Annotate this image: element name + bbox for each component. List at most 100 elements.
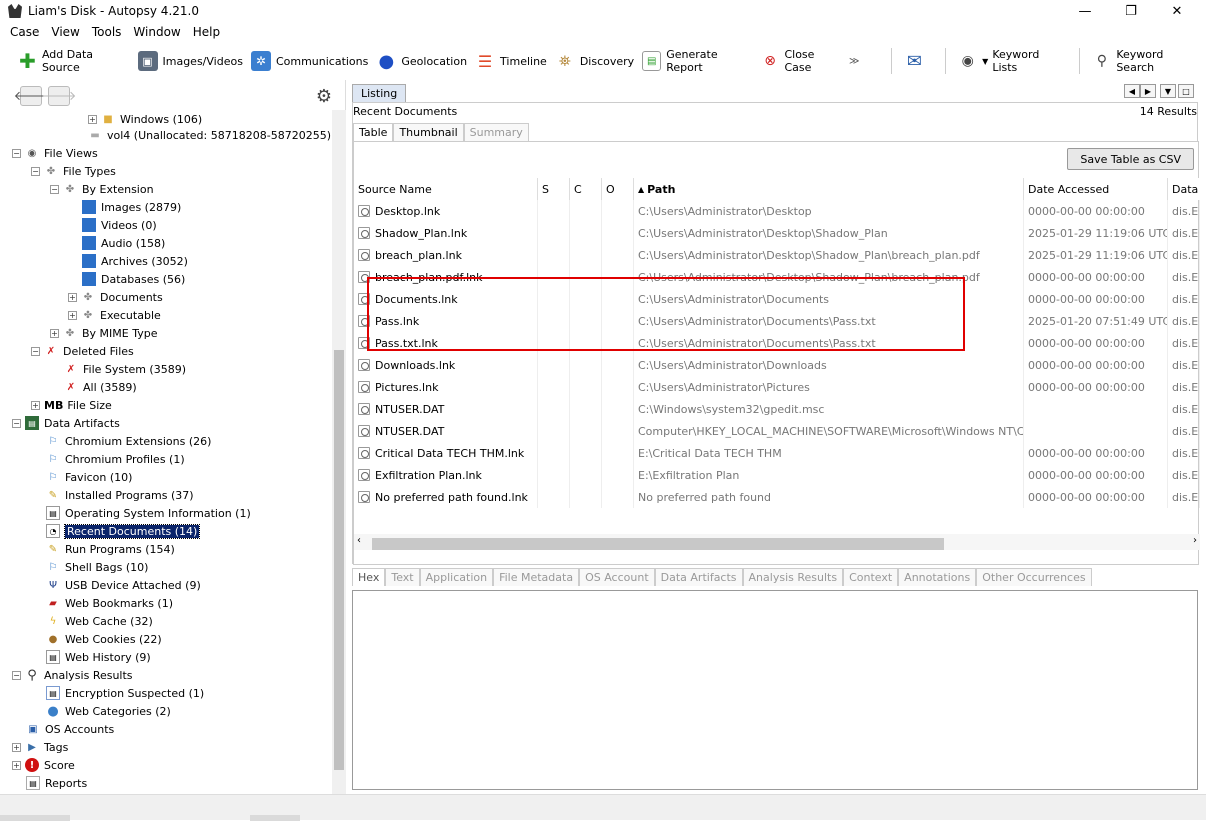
column-c[interactable]: C: [570, 178, 602, 200]
scroll-right-icon[interactable]: ›: [1193, 535, 1197, 546]
column-source-name[interactable]: Source Name: [354, 178, 538, 200]
tree-node-databases[interactable]: Databases (56): [82, 270, 185, 288]
collapse-icon[interactable]: −: [12, 670, 21, 680]
table-row[interactable]: Pass.lnk C:\Users\Administrator\Documents…: [354, 310, 1200, 332]
tree-node-run-programs[interactable]: ✎ Run Programs (154): [46, 540, 175, 558]
scroll-thumb[interactable]: [334, 350, 344, 770]
table-row[interactable]: NTUSER.DAT C:\Windows\system32\gpedit.msc…: [354, 398, 1200, 420]
tree-node-encryption-suspected[interactable]: ▤ Encryption Suspected (1): [46, 684, 204, 702]
add-data-source-button[interactable]: ✚ Add Data Source: [16, 47, 136, 75]
maximize-pane-icon[interactable]: □: [1178, 84, 1194, 98]
tree-node-score[interactable]: +! Score: [12, 756, 75, 774]
collapse-icon[interactable]: −: [31, 346, 40, 356]
tab-summary[interactable]: Summary: [463, 123, 529, 141]
column-data[interactable]: Data: [1168, 178, 1200, 200]
tree-node-os-accounts[interactable]: ▣ OS Accounts: [26, 720, 114, 738]
table-row[interactable]: Shadow_Plan.lnk C:\Users\Administrator\De…: [354, 222, 1200, 244]
tree-node-data-artifacts[interactable]: − ▤ Data Artifacts: [12, 414, 120, 432]
overflow-chevron-icon[interactable]: ≫: [849, 56, 859, 67]
tree-node-videos[interactable]: Videos (0): [82, 216, 157, 234]
next-tab-icon[interactable]: ▶: [1140, 84, 1156, 98]
generate-report-button[interactable]: ▤ Generate Report: [640, 47, 759, 75]
expand-icon[interactable]: +: [12, 742, 21, 752]
email-button[interactable]: ✉: [902, 47, 935, 75]
scroll-thumb[interactable]: [372, 538, 944, 550]
tree-node-file-size[interactable]: + MB File Size: [31, 396, 112, 414]
column-date-accessed[interactable]: Date Accessed: [1024, 178, 1168, 200]
minimize-button[interactable]: —: [1062, 0, 1108, 22]
column-o[interactable]: O: [602, 178, 634, 200]
discovery-button[interactable]: ⛯ Discovery: [553, 47, 640, 75]
keyword-lists-button[interactable]: ◉ ▼ Keyword Lists: [956, 47, 1069, 75]
tree-node-by-mime-type[interactable]: + ✤ By MIME Type: [50, 324, 158, 342]
menu-view[interactable]: View: [45, 25, 85, 39]
tab-dropdown-icon[interactable]: ▼: [1160, 84, 1176, 98]
tab-annotations[interactable]: Annotations: [898, 568, 977, 586]
table-row[interactable]: Pictures.lnk C:\Users\Administrator\Pictu…: [354, 376, 1200, 398]
prev-tab-icon[interactable]: ◀: [1124, 84, 1140, 98]
timeline-button[interactable]: ☰ Timeline: [473, 47, 553, 75]
expand-icon[interactable]: +: [12, 760, 21, 770]
tree-node-deleted-files[interactable]: − ✗ Deleted Files: [31, 342, 134, 360]
tree-node-file-types[interactable]: − ✤ File Types: [31, 162, 116, 180]
tree-node-analysis-results[interactable]: − ⚲ Analysis Results: [12, 666, 133, 684]
tree-node-chromium-extensions[interactable]: ⚐ Chromium Extensions (26): [46, 432, 212, 450]
tab-other-occurrences[interactable]: Other Occurrences: [976, 568, 1092, 586]
communications-button[interactable]: ✲ Communications: [249, 47, 374, 75]
tab-os-account[interactable]: OS Account: [579, 568, 655, 586]
tree-scrollbar[interactable]: [332, 110, 346, 794]
tree-node-tags[interactable]: + ▶ Tags: [12, 738, 68, 756]
tree-node-installed-programs[interactable]: ✎ Installed Programs (37): [46, 486, 194, 504]
column-path[interactable]: ▲ Path: [634, 178, 1024, 200]
table-horizontal-scrollbar[interactable]: ‹ ›: [354, 534, 1200, 550]
collapse-icon[interactable]: −: [31, 166, 40, 176]
tree-node-usb-device[interactable]: Ψ USB Device Attached (9): [46, 576, 201, 594]
expand-icon[interactable]: +: [31, 400, 40, 410]
menu-window[interactable]: Window: [127, 25, 186, 39]
tree-node-executable[interactable]: + ✤ Executable: [68, 306, 161, 324]
tree-node-audio[interactable]: Audio (158): [82, 234, 165, 252]
keyword-search-button[interactable]: ⚲ Keyword Search: [1090, 47, 1206, 75]
tree-node-documents[interactable]: + ✤ Documents: [68, 288, 163, 306]
tree-node-web-cache[interactable]: ϟ Web Cache (32): [46, 612, 153, 630]
close-window-button[interactable]: ✕: [1154, 0, 1200, 22]
collapse-icon[interactable]: −: [12, 418, 21, 428]
table-row[interactable]: breach_plan.pdf.lnk C:\Users\Administrato…: [354, 266, 1200, 288]
tab-file-metadata[interactable]: File Metadata: [493, 568, 580, 586]
tree-node-favicon[interactable]: ⚐ Favicon (10): [46, 468, 133, 486]
images-videos-button[interactable]: ▣ Images/Videos: [136, 47, 249, 75]
tree-node-by-extension[interactable]: − ✤ By Extension: [50, 180, 154, 198]
tab-context[interactable]: Context: [843, 568, 899, 586]
scroll-left-icon[interactable]: ‹: [357, 535, 361, 546]
tree-node-web-cookies[interactable]: ● Web Cookies (22): [46, 630, 162, 648]
table-row[interactable]: No preferred path found.lnk No preferred …: [354, 486, 1200, 508]
tree-node-web-history[interactable]: ▤ Web History (9): [46, 648, 151, 666]
tree-node-file-views[interactable]: − ◉ File Views: [12, 144, 98, 162]
tab-hex[interactable]: Hex: [352, 568, 386, 586]
tree-node-web-categories[interactable]: ● Web Categories (2): [46, 702, 171, 720]
tab-application[interactable]: Application: [419, 568, 494, 586]
tree-node-recent-documents[interactable]: ◔ Recent Documents (14): [46, 522, 201, 540]
tab-thumbnail[interactable]: Thumbnail: [393, 123, 464, 141]
tree-node-shell-bags[interactable]: ⚐ Shell Bags (10): [46, 558, 149, 576]
tree-node-vol4[interactable]: ▬ vol4 (Unallocated: 58718208-58720255): [88, 126, 331, 144]
column-s[interactable]: S: [538, 178, 570, 200]
table-row[interactable]: Downloads.lnk C:\Users\Administrator\Down…: [354, 354, 1200, 376]
tree-node-os-info[interactable]: ▤ Operating System Information (1): [46, 504, 251, 522]
menu-help[interactable]: Help: [187, 25, 226, 39]
expand-icon[interactable]: +: [68, 292, 77, 302]
tree-node-file-system[interactable]: ✗ File System (3589): [64, 360, 186, 378]
geolocation-button[interactable]: ● Geolocation: [374, 47, 473, 75]
tab-text[interactable]: Text: [385, 568, 420, 586]
tree-node-archives[interactable]: Archives (3052): [82, 252, 188, 270]
tree-node-images[interactable]: Images (2879): [82, 198, 181, 216]
table-row[interactable]: Desktop.lnk C:\Users\Administrator\Deskto…: [354, 200, 1200, 222]
expand-icon[interactable]: +: [68, 310, 77, 320]
tab-data-artifacts[interactable]: Data Artifacts: [654, 568, 743, 586]
tab-table[interactable]: Table: [353, 123, 394, 141]
menu-case[interactable]: Case: [4, 25, 45, 39]
tree-node-reports[interactable]: ▤ Reports: [26, 774, 87, 792]
tab-analysis-results[interactable]: Analysis Results: [742, 568, 844, 586]
maximize-button[interactable]: ❐: [1108, 0, 1154, 22]
table-row[interactable]: Documents.lnk C:\Users\Administrator\Docu…: [354, 288, 1200, 310]
